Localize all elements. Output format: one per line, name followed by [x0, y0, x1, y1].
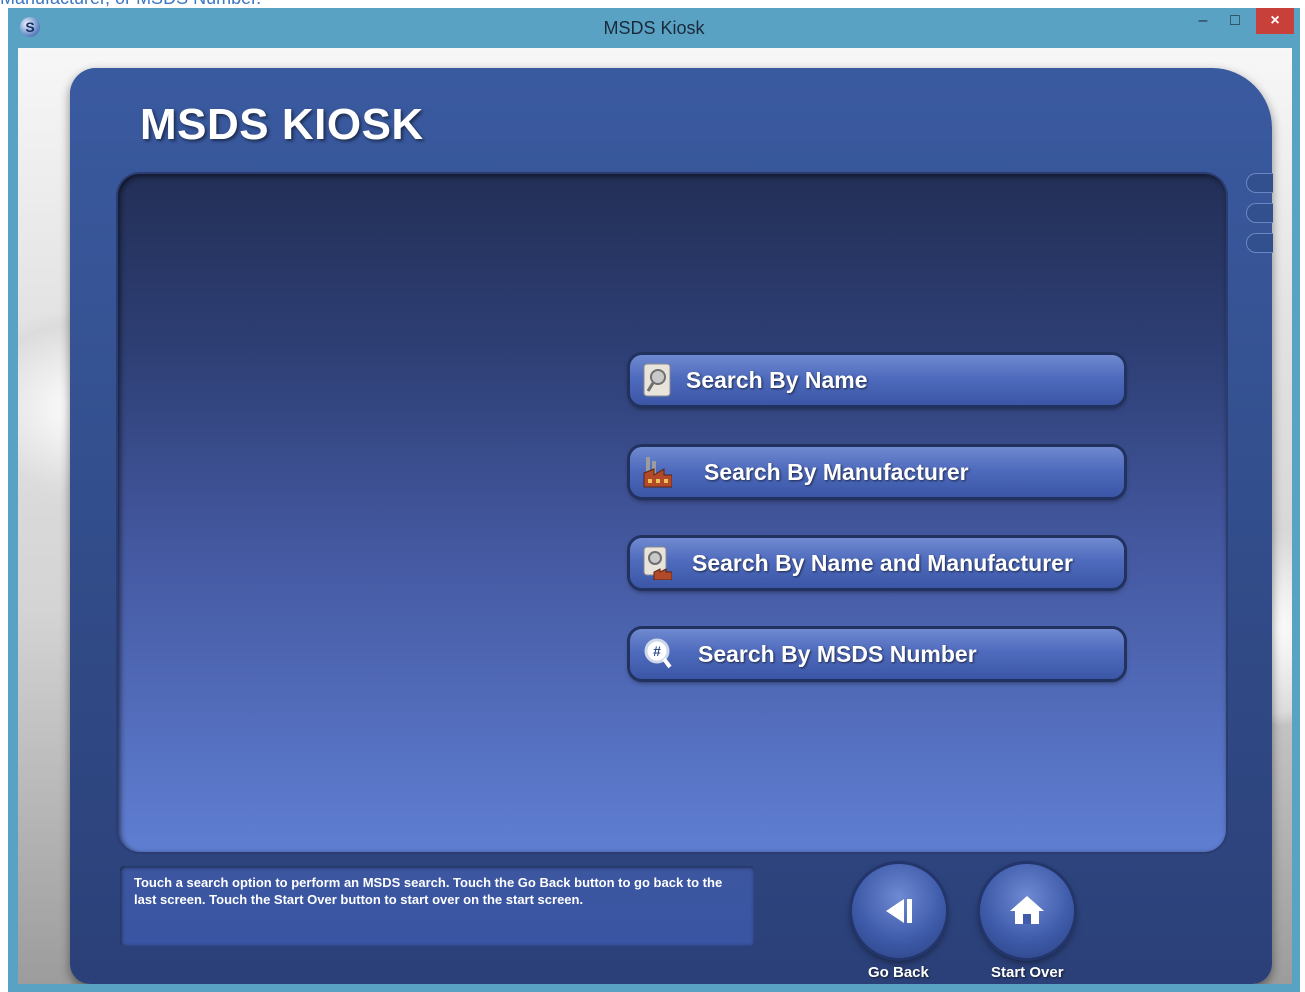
home-icon	[1010, 896, 1044, 924]
page-title: MSDS KIOSK	[140, 100, 424, 149]
close-icon: ×	[1270, 12, 1280, 29]
minimize-button[interactable]: –	[1188, 8, 1218, 34]
client-area: MSDS KIOSK Search By Name Search By Manu…	[18, 48, 1292, 984]
search-by-name-label: Search By Name	[686, 367, 868, 393]
go-back-button[interactable]	[852, 864, 946, 958]
back-arrow-icon	[886, 899, 912, 923]
decorative-nub	[1246, 173, 1273, 193]
search-by-msds-number-button[interactable]: # Search By MSDS Number	[630, 629, 1124, 679]
start-over-label: Start Over	[991, 964, 1064, 981]
search-by-msds-number-label: Search By MSDS Number	[698, 641, 977, 667]
factory-icon	[643, 457, 672, 488]
minimize-icon: –	[1198, 12, 1208, 29]
help-box: Touch a search option to perform an MSDS…	[120, 866, 754, 946]
app-window: S MSDS Kiosk – □ × MSDS KIOSK Search By …	[8, 8, 1300, 992]
search-by-name-and-manufacturer-button[interactable]: Search By Name and Manufacturer	[630, 538, 1124, 588]
title-bar: S MSDS Kiosk – □ ×	[8, 8, 1300, 48]
person-search-icon	[643, 363, 671, 397]
maximize-button[interactable]: □	[1220, 8, 1250, 34]
svg-text:#: #	[653, 643, 661, 659]
maximize-icon: □	[1230, 12, 1240, 29]
help-text: Touch a search option to perform an MSDS…	[134, 875, 723, 907]
number-search-icon: #	[644, 638, 672, 669]
search-by-manufacturer-label: Search By Manufacturer	[704, 459, 969, 485]
decorative-nub	[1246, 203, 1273, 223]
start-over-button[interactable]	[980, 864, 1074, 958]
search-by-name-button[interactable]: Search By Name	[630, 355, 1124, 405]
content-area	[118, 174, 1226, 852]
person-factory-icon	[643, 546, 672, 580]
go-back-label: Go Back	[868, 964, 929, 981]
window-title: MSDS Kiosk	[603, 18, 705, 38]
search-by-manufacturer-button[interactable]: Search By Manufacturer	[630, 447, 1124, 497]
close-button[interactable]: ×	[1256, 8, 1294, 34]
search-by-name-and-manufacturer-label: Search By Name and Manufacturer	[692, 550, 1073, 576]
decorative-nub	[1246, 233, 1273, 253]
